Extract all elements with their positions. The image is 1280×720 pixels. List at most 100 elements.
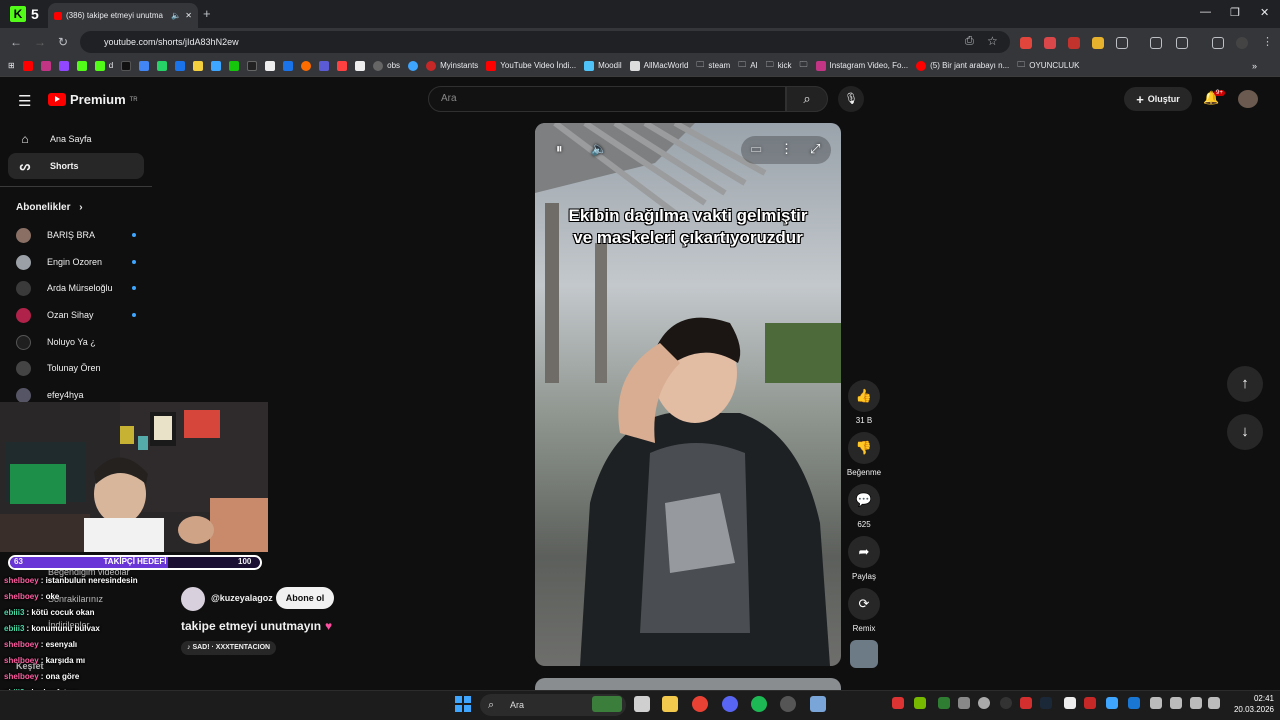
twitch-bookmark-icon[interactable] <box>58 60 69 71</box>
previous-short-button[interactable]: ↑ <box>1227 366 1263 402</box>
kick-d-bookmark[interactable]: d <box>94 60 113 71</box>
network-icon[interactable] <box>1190 697 1202 709</box>
sound-thumbnail[interactable] <box>850 640 878 668</box>
spotify-icon[interactable] <box>751 696 767 712</box>
search-input[interactable]: Ara <box>428 86 786 112</box>
sidebar-item-home[interactable]: ⌂ Ana Sayfa <box>8 126 144 152</box>
volume-icon[interactable]: 🔈 <box>591 141 607 157</box>
subscribe-button[interactable]: Abone ol <box>276 587 334 609</box>
task-view-icon[interactable] <box>634 696 650 712</box>
bookmark-obs[interactable]: obs <box>373 60 400 71</box>
tray-icon[interactable] <box>1000 697 1012 709</box>
tray-icon[interactable] <box>1106 697 1118 709</box>
bookmark-folder-steam[interactable]: 🗀 steam <box>696 59 730 73</box>
extension-icon[interactable] <box>1044 37 1056 49</box>
sidebar-sub-noluyo-ya[interactable]: Noluyo Ya ¿ <box>16 329 136 355</box>
maximize-button[interactable]: ❐ <box>1230 6 1240 19</box>
bookmark-allmacworld[interactable]: AllMacWorld <box>629 60 688 71</box>
extension-icon[interactable] <box>1068 37 1080 49</box>
obs-icon[interactable] <box>780 696 796 712</box>
bookmark-icon[interactable] <box>408 60 419 71</box>
bookmark-icon[interactable] <box>301 60 312 71</box>
music-pill[interactable]: ♪ SAD! · XXXTENTACION <box>181 641 277 655</box>
kick-bookmark-icon[interactable] <box>76 60 87 71</box>
extension-icon[interactable] <box>1020 37 1032 49</box>
voice-search-button[interactable]: 🎙 <box>838 86 864 112</box>
hamburger-menu-icon[interactable]: ☰ <box>18 92 31 110</box>
bookmark-jant-araba[interactable]: (5) Bir jant arabayı n... <box>916 60 1009 71</box>
extensions-puzzle-icon[interactable] <box>1116 37 1128 49</box>
volume-tray-icon[interactable] <box>1208 697 1220 709</box>
bluetooth-tray-icon[interactable] <box>1128 697 1140 709</box>
bookmark-icon[interactable] <box>319 60 330 71</box>
bookmark-icon[interactable] <box>139 60 150 71</box>
tray-icon[interactable] <box>938 697 950 709</box>
extension-icon[interactable] <box>1176 37 1188 49</box>
speaker-icon[interactable]: 🔈 <box>171 11 181 20</box>
captions-icon[interactable]: ▭ <box>750 141 762 157</box>
channel-name[interactable]: @kuzeyalagoz <box>211 593 273 603</box>
more-options-icon[interactable]: ⋮ <box>780 141 793 157</box>
bookmark-icon[interactable] <box>337 60 348 71</box>
tiktok-bookmark-icon[interactable] <box>121 60 132 71</box>
pause-icon[interactable]: ⏸ <box>556 141 563 157</box>
search-button[interactable]: ⌕ <box>786 86 828 112</box>
bookmark-youtube-video-indir[interactable]: YouTube Video İndi... <box>486 60 576 71</box>
channel-avatar[interactable] <box>181 587 205 611</box>
youtube-premium-logo[interactable]: Premium TR <box>48 92 138 107</box>
bookmark-moodil[interactable]: Moodil <box>584 60 622 71</box>
bookmark-icon[interactable] <box>265 60 276 71</box>
app-icon[interactable] <box>810 696 826 712</box>
bookmark-folder-kick[interactable]: 🗀 kick <box>766 59 792 73</box>
five-tab-icon[interactable]: 5 <box>31 6 45 22</box>
profile-avatar[interactable] <box>1236 37 1248 49</box>
youtube-bookmark-icon[interactable] <box>22 60 33 71</box>
chrome-icon[interactable] <box>692 696 708 712</box>
sidebar-sub-ozan-sihay[interactable]: Ozan Sihay <box>16 302 136 328</box>
kick-tab-icon[interactable]: K <box>10 6 26 22</box>
remix-button[interactable]: ⟳ <box>848 588 880 620</box>
create-button[interactable]: + Oluştur <box>1124 87 1192 111</box>
media-control-icon[interactable] <box>1212 37 1224 49</box>
bookmark-icon[interactable] <box>229 60 240 71</box>
file-explorer-icon[interactable] <box>662 696 678 712</box>
sidebar-sub-baris-bra[interactable]: BARIŞ BRA <box>16 222 136 248</box>
account-avatar[interactable] <box>1238 90 1258 108</box>
share-button[interactable]: ➦ <box>848 536 880 568</box>
taskbar-clock[interactable]: 02:41 20.03.2026 <box>1226 693 1274 715</box>
bookmark-myinstants[interactable]: Myinstants <box>426 60 478 71</box>
tray-icon[interactable] <box>1084 697 1096 709</box>
extension-icon[interactable] <box>1150 37 1162 49</box>
fullscreen-icon[interactable]: ⤢ <box>810 141 820 157</box>
bookmark-star-icon[interactable]: ☆ <box>987 34 998 48</box>
subscriptions-heading[interactable]: Abonelikler › <box>16 202 83 213</box>
tray-icon[interactable] <box>978 697 990 709</box>
bookmark-icon[interactable] <box>355 60 366 71</box>
steam-tray-icon[interactable] <box>1040 697 1052 709</box>
tray-icon[interactable] <box>958 697 970 709</box>
sidebar-sub-tolunay-oren[interactable]: Tolunay Ören <box>16 355 136 381</box>
new-tab-button[interactable]: + <box>203 6 211 21</box>
start-button[interactable] <box>455 696 471 712</box>
instagram-bookmark-icon[interactable] <box>40 60 51 71</box>
sidebar-sub-arda-murseloglu[interactable]: Arda Mürseloğlu <box>16 275 136 301</box>
bookmark-icon[interactable] <box>193 60 204 71</box>
bookmark-folder-oyunculuk[interactable]: 🗀 OYUNCULUK <box>1017 59 1079 73</box>
whatsapp-bookmark-icon[interactable] <box>157 60 168 71</box>
back-icon[interactable]: ← <box>10 35 22 49</box>
comments-button[interactable]: 💬 <box>848 484 880 516</box>
play-bookmark-icon[interactable] <box>283 60 294 71</box>
tray-icon[interactable] <box>1020 697 1032 709</box>
tray-icon[interactable] <box>892 697 904 709</box>
dislike-button[interactable]: 👎 <box>848 432 880 464</box>
url-bar[interactable]: youtube.com/shorts/jIdA83hN2ew <box>80 31 1010 53</box>
install-app-icon[interactable]: ⎙ <box>965 35 974 48</box>
tray-icon[interactable] <box>1064 697 1076 709</box>
browser-tab[interactable]: (386) takipe etmeyi unutma 🔈 ✕ <box>48 3 198 28</box>
next-short-button[interactable]: ↓ <box>1227 414 1263 450</box>
bookmark-folder-ai[interactable]: 🗀 AI <box>738 59 758 73</box>
bookmark-icon[interactable] <box>247 60 258 71</box>
sidebar-sub-engin-ozoren[interactable]: Engin Ozoren <box>16 249 136 275</box>
browser-menu-icon[interactable]: ⋮ <box>1262 35 1273 48</box>
discord-icon[interactable] <box>722 696 738 712</box>
